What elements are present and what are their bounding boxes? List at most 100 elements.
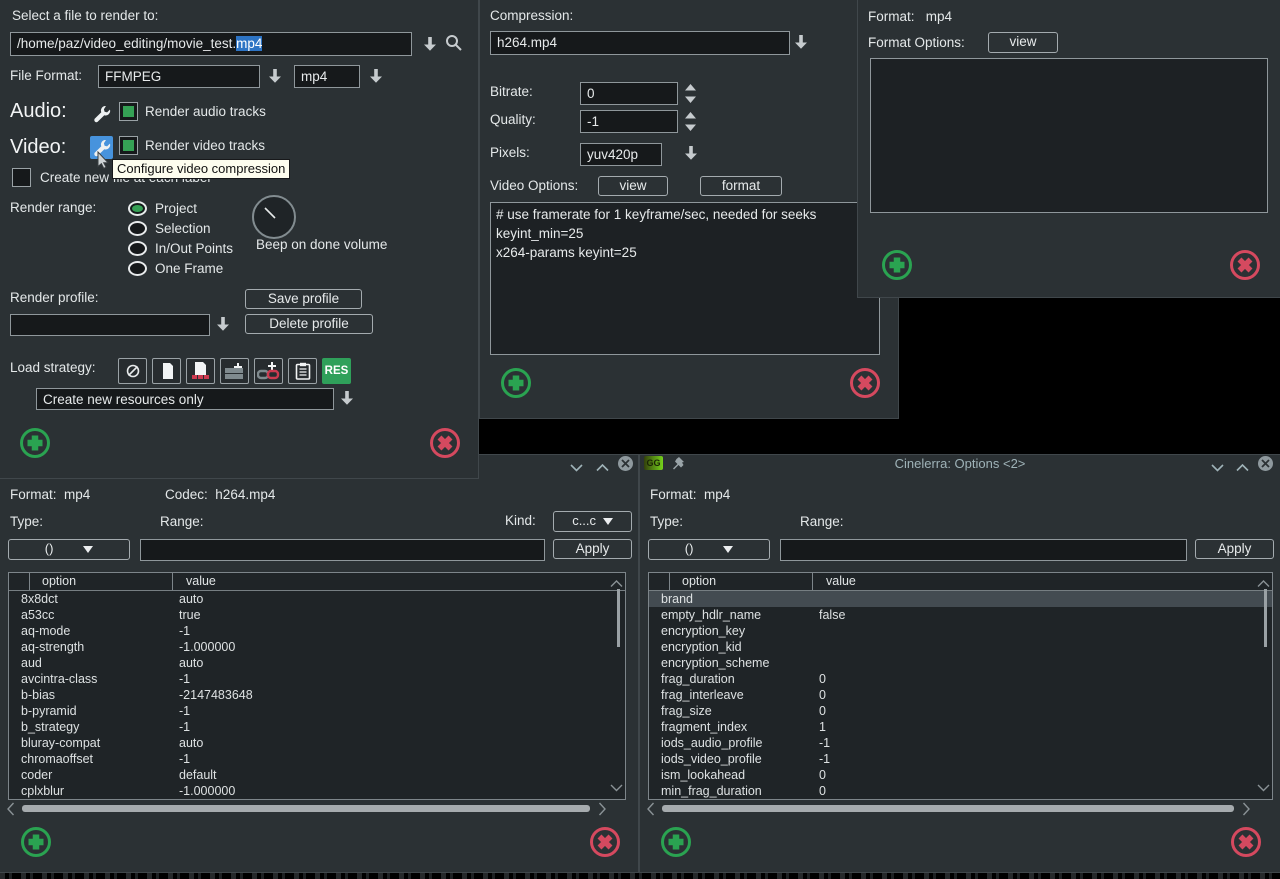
render-audio-checkbox[interactable]	[119, 102, 138, 121]
cancel-button[interactable]	[428, 426, 462, 465]
load-replace-concatenate-button[interactable]	[186, 358, 215, 384]
table-row[interactable]: iods_audio_profile-1	[649, 735, 1272, 751]
file-ext-input[interactable]: mp4	[294, 65, 360, 88]
table-row[interactable]: aq-strength-1.000000	[9, 639, 625, 655]
codec-dropdown-arrow-icon[interactable]	[794, 34, 808, 55]
table-row[interactable]: b-pyramid-1	[9, 703, 625, 719]
maximize-icon[interactable]	[1236, 459, 1249, 477]
radio-project[interactable]	[128, 201, 147, 216]
quality-input[interactable]: -1	[580, 110, 678, 133]
render-video-checkbox[interactable]	[119, 136, 138, 155]
range-input[interactable]	[140, 539, 545, 561]
table-row[interactable]: coderdefault	[9, 767, 625, 783]
ok-button[interactable]	[19, 825, 53, 864]
kind-dropdown[interactable]: c...c	[553, 511, 632, 532]
bitrate-spinner[interactable]	[684, 84, 697, 108]
type-dropdown[interactable]: ()	[648, 539, 770, 560]
radio-inout-points[interactable]	[128, 241, 147, 256]
file-path-input[interactable]: /home/paz/video_editing/movie_test.mp4	[10, 32, 412, 56]
cancel-button[interactable]	[1228, 248, 1262, 287]
ok-button[interactable]	[659, 825, 693, 864]
table-row[interactable]: frag_duration0	[649, 671, 1272, 687]
table-row[interactable]: bluray-compatauto	[9, 735, 625, 751]
cancel-button[interactable]	[1229, 825, 1263, 864]
delete-profile-button[interactable]: Delete profile	[245, 314, 373, 334]
table-row[interactable]: empty_hdlr_namefalse	[649, 607, 1272, 623]
table-row[interactable]: audauto	[9, 655, 625, 671]
table-row[interactable]: a53cctrue	[9, 607, 625, 623]
apply-button[interactable]: Apply	[553, 539, 632, 559]
table-row[interactable]: encryption_kid	[649, 639, 1272, 655]
table-row[interactable]: cplxblur-1.000000	[9, 783, 625, 799]
table-row[interactable]: frag_interleave0	[649, 687, 1272, 703]
table-row[interactable]: ism_lookahead0	[649, 767, 1272, 783]
table-row[interactable]: iods_video_profile-1	[649, 751, 1272, 767]
scroll-right-icon[interactable]	[598, 802, 607, 821]
table-row[interactable]: encryption_key	[649, 623, 1272, 639]
load-mode-dropdown[interactable]: Create new resources only	[36, 388, 334, 410]
video-options-textarea[interactable]: # use framerate for 1 keyframe/sec, need…	[490, 202, 880, 355]
ok-button[interactable]	[880, 248, 914, 287]
cancel-button[interactable]	[848, 366, 882, 405]
scroll-right-icon[interactable]	[1242, 802, 1251, 821]
apply-button[interactable]: Apply	[1195, 539, 1274, 559]
render-profile-input[interactable]	[10, 314, 210, 336]
ok-button[interactable]	[499, 366, 533, 405]
horizontal-scrollbar-thumb[interactable]	[22, 805, 590, 812]
range-input[interactable]	[780, 539, 1187, 561]
load-new-tracks-button[interactable]	[220, 358, 249, 384]
load-nothing-button[interactable]	[118, 358, 147, 384]
scroll-left-icon[interactable]	[646, 802, 655, 821]
load-paste-button[interactable]	[288, 358, 317, 384]
minimize-icon[interactable]	[1211, 459, 1224, 477]
titlebar[interactable]: GG Cinelerra: Options <2>	[640, 455, 1280, 472]
audio-wrench-icon[interactable]	[90, 102, 113, 125]
load-replace-project-button[interactable]	[152, 358, 181, 384]
save-profile-button[interactable]: Save profile	[245, 289, 362, 309]
table-row[interactable]: chromaoffset-1	[9, 751, 625, 767]
table-header[interactable]: option value	[9, 573, 625, 591]
horizontal-scrollbar-thumb[interactable]	[662, 805, 1234, 812]
radio-one-frame[interactable]	[128, 261, 147, 276]
bitrate-input[interactable]: 0	[580, 82, 678, 105]
codec-input[interactable]: h264.mp4	[490, 31, 790, 55]
scroll-down-icon[interactable]	[610, 779, 623, 797]
path-dropdown-arrow-icon[interactable]	[423, 36, 437, 57]
table-row[interactable]: frag_size0	[649, 703, 1272, 719]
load-mode-arrow-icon[interactable]	[340, 390, 354, 411]
type-dropdown[interactable]: ()	[8, 539, 130, 560]
ok-button[interactable]	[18, 426, 52, 465]
table-row[interactable]: b-bias-2147483648	[9, 687, 625, 703]
profile-dropdown-arrow-icon[interactable]	[216, 316, 230, 337]
table-header[interactable]: option value	[649, 573, 1272, 591]
vertical-scrollbar-thumb[interactable]	[1264, 589, 1267, 647]
pixels-input[interactable]: yuv420p	[580, 143, 662, 166]
load-concatenate-tracks-button[interactable]	[254, 358, 283, 384]
close-icon[interactable]	[1258, 456, 1273, 471]
create-new-file-checkbox[interactable]	[12, 168, 31, 187]
table-row[interactable]: encryption_scheme	[649, 655, 1272, 671]
table-row[interactable]: min_frag_duration0	[649, 783, 1272, 799]
scroll-left-icon[interactable]	[6, 802, 15, 821]
table-row[interactable]: brand	[649, 591, 1272, 607]
table-row[interactable]: b_strategy-1	[9, 719, 625, 735]
file-ext-dropdown-arrow-icon[interactable]	[369, 68, 383, 89]
table-row[interactable]: avcintra-class-1	[9, 671, 625, 687]
scroll-down-icon[interactable]	[1257, 779, 1270, 797]
format-button[interactable]: format	[700, 176, 782, 196]
vertical-scrollbar-thumb[interactable]	[617, 589, 620, 647]
minimize-icon[interactable]	[570, 459, 583, 477]
beep-volume-knob[interactable]	[252, 195, 296, 239]
cancel-button[interactable]	[588, 825, 622, 864]
close-icon[interactable]	[618, 456, 633, 471]
view-button[interactable]: view	[598, 176, 668, 196]
file-format-input[interactable]: FFMPEG	[98, 65, 260, 88]
format-options-textarea[interactable]	[870, 58, 1268, 213]
maximize-icon[interactable]	[596, 459, 609, 477]
quality-spinner[interactable]	[684, 112, 697, 136]
table-row[interactable]: fragment_index1	[649, 719, 1272, 735]
browse-magnifier-icon[interactable]	[445, 34, 463, 57]
table-row[interactable]: aq-mode-1	[9, 623, 625, 639]
view-button[interactable]: view	[988, 32, 1058, 53]
file-format-dropdown-arrow-icon[interactable]	[268, 68, 282, 89]
